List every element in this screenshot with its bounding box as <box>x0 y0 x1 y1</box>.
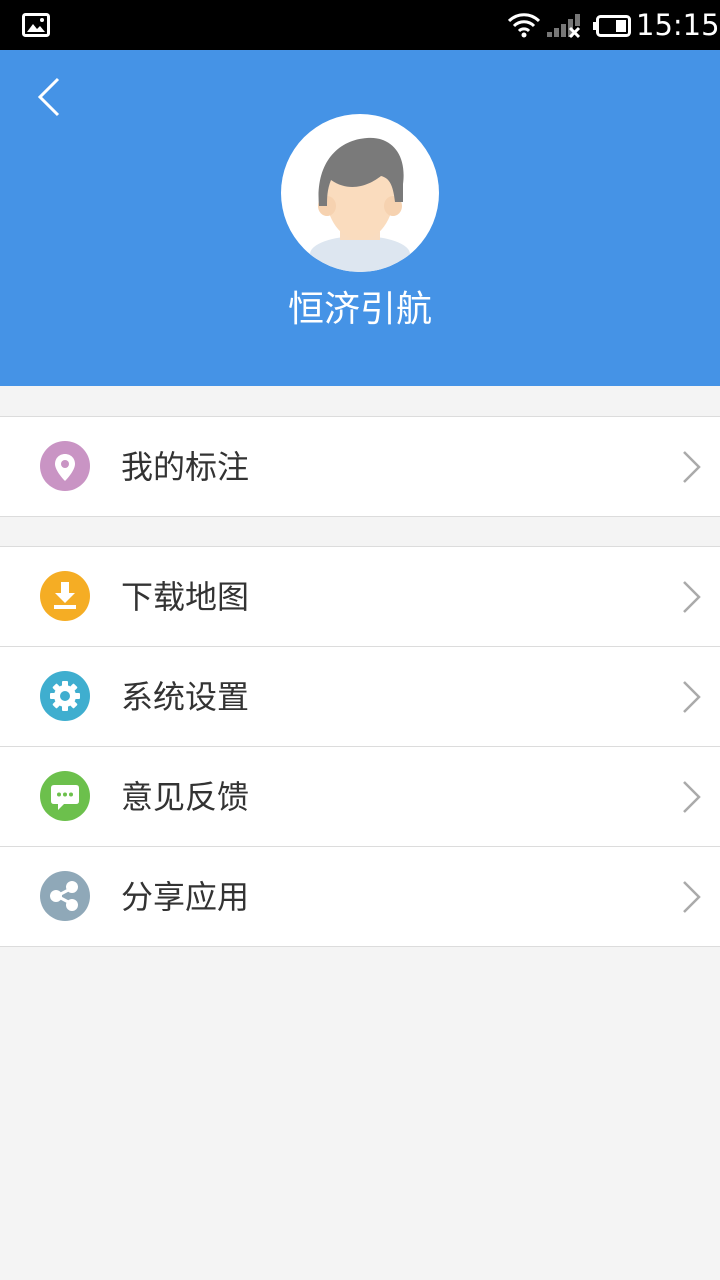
image-notification-icon <box>22 13 50 37</box>
menu-item-label: 下载地图 <box>121 578 250 616</box>
menu-group-main: 下载地图 系统设置 意见反馈 分享应用 <box>0 546 720 947</box>
avatar[interactable] <box>281 114 439 272</box>
menu-item-settings[interactable]: 系统设置 <box>0 646 720 746</box>
status-time: 15:15 <box>636 8 720 42</box>
menu-item-label: 分享应用 <box>121 878 250 916</box>
menu-item-share-app[interactable]: 分享应用 <box>0 846 720 946</box>
chevron-right-icon <box>683 681 701 713</box>
chevron-right-icon <box>683 781 701 813</box>
chevron-right-icon <box>683 881 701 913</box>
battery-icon <box>593 15 631 37</box>
menu-item-label: 我的标注 <box>121 448 250 486</box>
avatar-illustration-icon <box>310 137 410 272</box>
map-pin-icon <box>40 441 90 491</box>
menu-item-label: 意见反馈 <box>121 778 250 816</box>
chevron-right-icon <box>683 581 701 613</box>
username: 恒济引航 <box>287 289 432 330</box>
menu-item-download-map[interactable]: 下载地图 <box>0 547 720 646</box>
wifi-icon <box>508 13 540 38</box>
chevron-right-icon <box>683 451 701 483</box>
menu-group-annotations: 我的标注 <box>0 416 720 517</box>
share-icon <box>40 871 90 921</box>
profile-header: 恒济引航 <box>0 50 720 386</box>
back-button[interactable] <box>30 75 70 119</box>
gear-icon <box>40 671 90 721</box>
chat-bubble-icon <box>40 771 90 821</box>
menu-item-my-annotations[interactable]: 我的标注 <box>0 417 720 516</box>
signal-icon <box>547 14 581 39</box>
status-bar: 15:15 <box>0 0 720 50</box>
download-icon <box>40 571 90 621</box>
menu-item-feedback[interactable]: 意见反馈 <box>0 746 720 846</box>
menu-item-label: 系统设置 <box>121 678 250 716</box>
